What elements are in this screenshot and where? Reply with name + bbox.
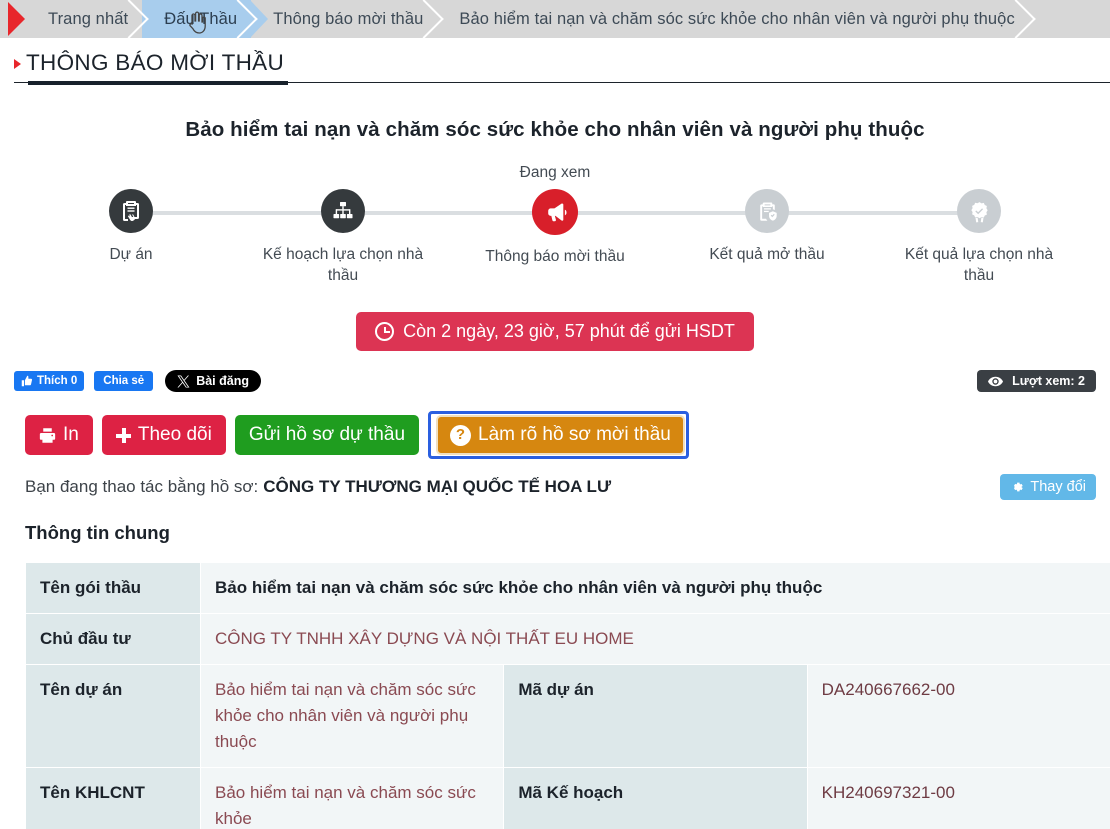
- row-label: Chủ đầu tư: [25, 613, 201, 665]
- plus-icon: [115, 427, 131, 443]
- award-check-icon: [957, 189, 1001, 233]
- print-label: In: [63, 424, 79, 445]
- row-label-secondary: Mã dự án: [503, 664, 808, 768]
- countdown-text: Còn 2 ngày, 23 giờ, 57 phút để gửi HSDT: [403, 321, 735, 341]
- gear-icon: [1014, 482, 1024, 492]
- page-title: THÔNG BÁO MỜI THẦU: [14, 50, 284, 76]
- views-badge: Lượt xem: 2: [977, 370, 1096, 392]
- row-value-secondary: DA240667662-00: [806, 664, 1110, 768]
- change-profile-button[interactable]: Thay đổi: [1000, 474, 1096, 500]
- section-header: THÔNG BÁO MỜI THẦU: [0, 38, 1110, 86]
- breadcrumb-start-arrow-icon: [0, 0, 26, 38]
- megaphone-icon: [532, 189, 578, 235]
- x-post-label: Bài đăng: [196, 374, 249, 388]
- clipboard-hand-icon: [109, 189, 153, 233]
- question-circle-icon: ?: [450, 424, 472, 446]
- stepper-step-label: Kết quả lựa chọn nhà thầu: [904, 246, 1054, 284]
- stepper-viewing-label: Đang xem: [519, 164, 591, 181]
- countdown-banner: Còn 2 ngày, 23 giờ, 57 phút để gửi HSDT: [356, 312, 754, 351]
- progress-stepper: Dự án Kế hoạch lựa chọn nhà thầu Đang xe…: [25, 164, 1085, 286]
- clock-icon: [375, 322, 395, 341]
- clipboard-shield-icon: [745, 189, 789, 233]
- stepper-step-label: Dự án: [109, 246, 153, 263]
- social-share-row: Thích 0 Chia sẻ Bài đăng Lượt xem: 2: [12, 370, 1098, 392]
- org-chart-icon: [321, 189, 365, 233]
- breadcrumb-label: Đấu Thầu: [164, 9, 238, 28]
- thumbs-up-icon: [21, 375, 33, 387]
- follow-button[interactable]: Theo dõi: [101, 415, 226, 455]
- action-buttons-row: In Theo dõi Gửi hồ sơ dự thầu ? Làm rõ h…: [12, 411, 1098, 459]
- breadcrumb-label: Thông báo mời thầu: [273, 9, 424, 28]
- facebook-like-button[interactable]: Thích 0: [14, 371, 85, 391]
- row-label: Tên gói thầu: [25, 562, 201, 614]
- countdown-wrapper: Còn 2 ngày, 23 giờ, 57 phút để gửi HSDT: [12, 312, 1098, 351]
- breadcrumb-item-dau-thau[interactable]: Đấu Thầu: [142, 0, 269, 38]
- table-row: Tên KHLCNT Bảo hiểm tai nạn và chăm sóc …: [25, 767, 1110, 829]
- breadcrumb: Trang nhất Đấu Thầu Thông báo mời thầu B…: [0, 0, 1110, 38]
- views-label: Lượt xem: 2: [1012, 374, 1085, 388]
- row-value: Bảo hiểm tai nạn và chăm sóc sức khỏe ch…: [199, 664, 505, 768]
- facebook-like-label: Thích 0: [37, 375, 78, 387]
- x-logo-icon: [177, 374, 190, 388]
- row-label: Tên KHLCNT: [25, 767, 201, 829]
- clarify-bid-docs-button[interactable]: ? Làm rõ hồ sơ mời thầu: [436, 415, 685, 455]
- change-profile-label: Thay đổi: [1030, 479, 1086, 495]
- stepper-step-du-an[interactable]: Dự án: [25, 164, 237, 286]
- active-profile-name: CÔNG TY THƯƠNG MẠI QUỐC TẾ HOA LƯ: [263, 477, 612, 496]
- notice-title: Bảo hiểm tai nạn và chăm sóc sức khỏe ch…: [185, 118, 925, 141]
- row-value-secondary: KH240697321-00: [806, 767, 1110, 829]
- active-profile-row: Bạn đang thao tác bằng hồ sơ: CÔNG TY TH…: [12, 474, 1098, 500]
- breadcrumb-item-home[interactable]: Trang nhất: [26, 0, 143, 38]
- breadcrumb-item-current: Bảo hiểm tai nạn và chăm sóc sức khỏe ch…: [437, 0, 1029, 38]
- title-underline-thick: [28, 81, 288, 85]
- clarify-bid-docs-label: Làm rõ hồ sơ mời thầu: [478, 424, 671, 445]
- print-button[interactable]: In: [25, 415, 93, 455]
- stepper-step-ket-qua-mo-thau[interactable]: Kết quả mở thầu: [661, 164, 873, 286]
- row-value: Bảo hiểm tai nạn và chăm sóc sức khỏe: [199, 767, 505, 829]
- submit-bid-button[interactable]: Gửi hồ sơ dự thầu: [234, 415, 420, 455]
- active-profile-prefix: Bạn đang thao tác bằng hồ sơ:: [25, 477, 259, 496]
- table-row: Chủ đầu tư CÔNG TY TNHH XÂY DỰNG VÀ NỘI …: [25, 613, 1110, 665]
- stepper-step-ket-qua-lua-chon[interactable]: Kết quả lựa chọn nhà thầu: [873, 164, 1085, 286]
- printer-icon: [39, 427, 56, 443]
- stepper-step-thong-bao-moi-thau[interactable]: Đang xem Thông báo mời thầu: [449, 164, 661, 286]
- breadcrumb-item-thong-bao[interactable]: Thông báo mời thầu: [251, 0, 438, 38]
- stepper-step-label: Kế hoạch lựa chọn nhà thầu: [262, 246, 424, 284]
- facebook-share-button[interactable]: Chia sẻ: [94, 371, 154, 391]
- general-info-heading: Thông tin chung: [25, 522, 170, 543]
- stepper-step-label: Kết quả mở thầu: [709, 246, 825, 263]
- general-info-table: Tên gói thầu Bảo hiểm tai nạn và chăm só…: [25, 562, 1110, 829]
- x-post-button[interactable]: Bài đăng: [165, 370, 261, 392]
- row-label: Tên dự án: [25, 664, 201, 768]
- eye-icon: [988, 376, 1004, 386]
- breadcrumb-label: Bảo hiểm tai nạn và chăm sóc sức khỏe ch…: [459, 9, 1015, 28]
- breadcrumb-label: Trang nhất: [48, 9, 129, 28]
- title-underline: [14, 81, 1110, 85]
- table-row: Tên gói thầu Bảo hiểm tai nạn và chăm só…: [25, 562, 1110, 614]
- row-value: CÔNG TY TNHH XÂY DỰNG VÀ NỘI THẤT EU HOM…: [200, 613, 1110, 665]
- table-row: Tên dự án Bảo hiểm tai nạn và chăm sóc s…: [25, 664, 1110, 768]
- submit-bid-label: Gửi hồ sơ dự thầu: [248, 424, 406, 445]
- follow-label: Theo dõi: [137, 424, 212, 445]
- row-value: Bảo hiểm tai nạn và chăm sóc sức khỏe ch…: [200, 562, 1110, 614]
- stepper-step-label: Thông báo mời thầu: [485, 248, 625, 265]
- stepper-step-ke-hoach[interactable]: Kế hoạch lựa chọn nhà thầu: [237, 164, 449, 286]
- row-label-secondary: Mã Kế hoạch: [503, 767, 808, 829]
- clarify-button-focus-ring: ? Làm rõ hồ sơ mời thầu: [428, 411, 689, 459]
- facebook-share-label: Chia sẻ: [103, 375, 145, 387]
